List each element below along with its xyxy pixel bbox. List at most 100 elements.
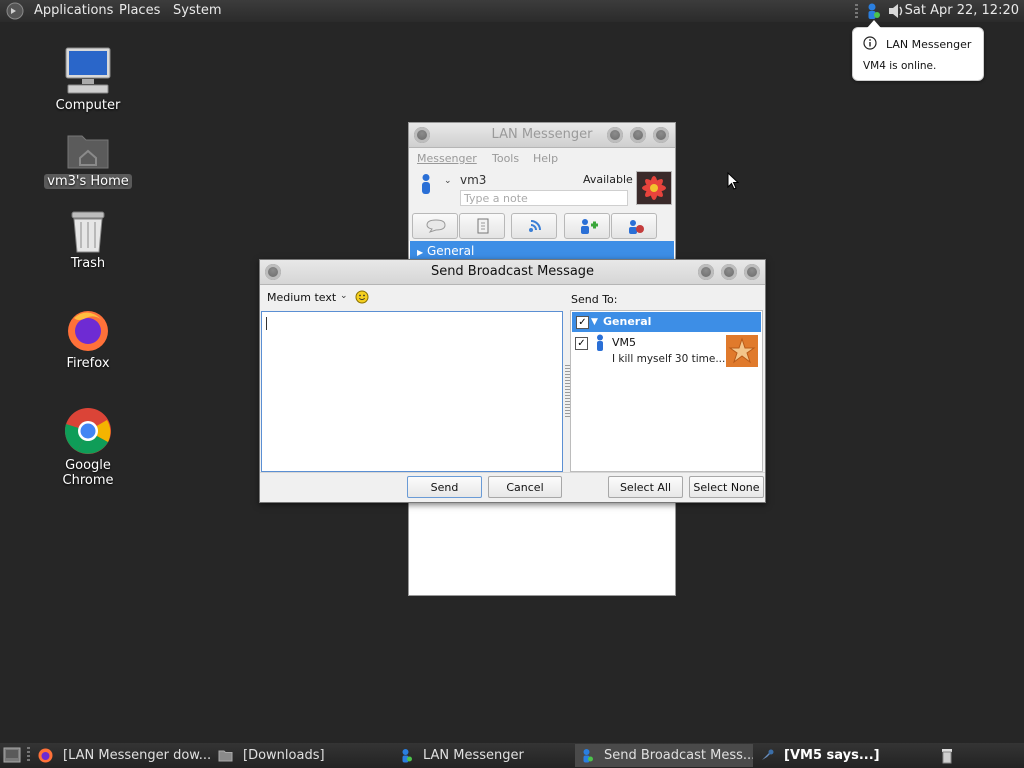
- distro-logo-icon[interactable]: [6, 2, 24, 20]
- desktop-icon-home[interactable]: vm3's Home: [38, 128, 138, 189]
- desktop-icon-label: Firefox: [66, 356, 110, 371]
- select-none-button[interactable]: Select None: [689, 476, 764, 498]
- notification-body: VM4 is online.: [863, 60, 937, 72]
- user-status-icon: [597, 334, 603, 351]
- notification-bubble[interactable]: LAN Messenger VM4 is online.: [852, 20, 984, 81]
- group-label: General: [426, 244, 475, 258]
- task-label: Send Broadcast Mess...: [604, 748, 753, 763]
- desktop-icon-label: Computer: [55, 98, 121, 113]
- chat-bubble-icon: [426, 219, 446, 233]
- note-input[interactable]: Type a note: [460, 190, 628, 206]
- trash-applet-icon[interactable]: [940, 747, 954, 764]
- lan-messenger-titlebar[interactable]: LAN Messenger: [409, 123, 675, 148]
- window-title: Send Broadcast Message: [430, 264, 595, 279]
- task-label: LAN Messenger: [423, 748, 524, 763]
- cancel-button[interactable]: Cancel: [488, 476, 562, 498]
- desktop-icon-label: Google Chrome: [62, 458, 114, 488]
- chat-icon: [762, 749, 774, 760]
- collapse-arrow-icon[interactable]: ▼: [591, 312, 598, 332]
- menu-system[interactable]: System: [173, 3, 221, 18]
- home-folder-icon: [67, 135, 109, 169]
- info-icon: [863, 36, 877, 50]
- taskbar: [LAN Messenger dow... [Downloads] LAN Me…: [0, 743, 1024, 768]
- send-button[interactable]: Send: [407, 476, 482, 498]
- contact-group-general[interactable]: ▶ General: [410, 241, 674, 261]
- send-to-label: Send To:: [571, 293, 618, 306]
- add-contact-icon: [581, 219, 598, 234]
- task-vm5-chat[interactable]: [VM5 says...]: [756, 744, 926, 767]
- close-button[interactable]: [653, 127, 669, 143]
- lan-messenger-tray-icon[interactable]: [862, 1, 882, 21]
- trash-icon: [71, 211, 105, 253]
- member-name: VM5: [612, 336, 637, 349]
- broadcast-icon: [529, 220, 541, 232]
- menu-help[interactable]: Help: [533, 152, 558, 165]
- tray-separator: [855, 4, 858, 18]
- maximize-button[interactable]: [630, 127, 646, 143]
- task-lan-messenger[interactable]: LAN Messenger: [394, 744, 572, 767]
- notification-title: LAN Messenger: [886, 38, 972, 51]
- emoticon-icon[interactable]: [355, 290, 369, 304]
- messenger-icon: [583, 749, 593, 763]
- menu-applications[interactable]: Applications: [34, 3, 113, 18]
- volume-icon[interactable]: [886, 1, 906, 21]
- desktop-icon-firefox[interactable]: Firefox: [38, 306, 138, 371]
- broadcast-dialog[interactable]: Send Broadcast Message Medium text ⌄ Sen…: [259, 259, 766, 503]
- file-transfer-icon: [477, 218, 489, 234]
- toolbar-broadcast-button[interactable]: [511, 213, 557, 239]
- menu-tools[interactable]: Tools: [492, 152, 519, 165]
- show-desktop-icon[interactable]: [3, 747, 21, 763]
- toolbar-chat-button[interactable]: [412, 213, 458, 239]
- toolbar-add-contact-button[interactable]: [564, 213, 610, 239]
- user-status-icon[interactable]: [419, 173, 433, 195]
- recipient-tree[interactable]: ✓ ▼ General ✓ VM5 I kill myself 30 time.…: [570, 310, 763, 472]
- desktop-icon-label: Trash: [70, 256, 106, 271]
- mouse-pointer-icon: [727, 172, 739, 190]
- task-firefox-downloads[interactable]: [LAN Messenger dow...: [34, 744, 212, 767]
- settings-icon: [629, 220, 644, 234]
- window-title: LAN Messenger: [491, 127, 593, 142]
- select-all-button[interactable]: Select All: [608, 476, 683, 498]
- username: vm3: [460, 173, 487, 187]
- message-input[interactable]: [261, 311, 563, 472]
- group-checkbox[interactable]: ✓: [576, 316, 589, 329]
- window-menu-button[interactable]: [414, 127, 430, 143]
- clock[interactable]: Sat Apr 22, 12:20: [905, 3, 1019, 18]
- text-caret: [266, 317, 267, 330]
- broadcast-titlebar[interactable]: Send Broadcast Message: [260, 260, 765, 285]
- firefox-icon: [38, 748, 53, 763]
- menu-places[interactable]: Places: [119, 3, 160, 18]
- status-text[interactable]: Available: [583, 173, 633, 186]
- menu-messenger[interactable]: Messenger: [417, 152, 477, 165]
- task-label: [LAN Messenger dow...: [63, 748, 212, 763]
- status-dropdown-icon[interactable]: ⌄: [444, 176, 452, 186]
- user-avatar[interactable]: [636, 171, 672, 205]
- messenger-icon: [402, 749, 412, 763]
- maximize-button[interactable]: [721, 264, 737, 280]
- recipient-group-general[interactable]: ✓ ▼ General: [572, 312, 761, 332]
- minimize-button[interactable]: [698, 264, 714, 280]
- computer-icon: [65, 47, 111, 94]
- task-send-broadcast[interactable]: Send Broadcast Mess...: [575, 744, 753, 767]
- chrome-icon: [64, 408, 111, 454]
- desktop-icon-chrome[interactable]: Google Chrome: [38, 406, 138, 488]
- group-label: General: [603, 315, 652, 328]
- font-size-select[interactable]: Medium text: [267, 291, 336, 304]
- minimize-button[interactable]: [607, 127, 623, 143]
- desktop-icon-label: vm3's Home: [44, 174, 132, 189]
- desktop-icon-trash[interactable]: Trash: [38, 208, 138, 271]
- toolbar-file-button[interactable]: [459, 213, 505, 239]
- task-downloads-folder[interactable]: [Downloads]: [214, 744, 390, 767]
- top-panel: Applications Places System Sat Apr 22, 1…: [0, 0, 1024, 22]
- close-button[interactable]: [744, 264, 760, 280]
- firefox-icon: [68, 311, 108, 351]
- lan-messenger-menubar: Messenger Tools Help: [409, 148, 675, 168]
- folder-icon: [218, 750, 233, 762]
- desktop-icon-computer[interactable]: Computer: [38, 46, 138, 113]
- chevron-down-icon[interactable]: ⌄: [340, 291, 348, 301]
- task-label: [VM5 says...]: [784, 748, 880, 763]
- member-checkbox[interactable]: ✓: [575, 337, 588, 350]
- window-menu-button[interactable]: [265, 264, 281, 280]
- taskbar-separator: [27, 747, 30, 763]
- toolbar-settings-button[interactable]: [611, 213, 657, 239]
